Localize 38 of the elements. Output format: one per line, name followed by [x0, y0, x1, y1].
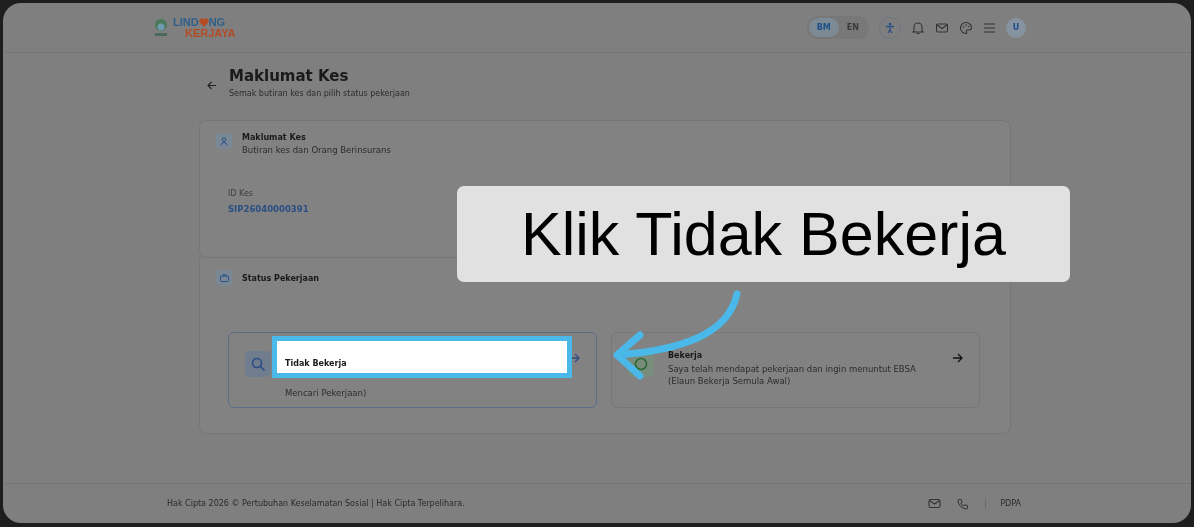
heart-icon [198, 17, 209, 27]
case-id-link[interactable]: SIP26040000391 [228, 204, 309, 214]
back-arrow-icon[interactable] [207, 81, 217, 90]
page-title: Maklumat Kes [229, 67, 350, 85]
search-icon [251, 357, 265, 371]
employment-option-card[interactable]: Tidak Bekerja Mencari Pekerjaan) [228, 332, 597, 408]
card-title: Maklumat Kes [242, 133, 307, 142]
language-button[interactable]: EN [838, 18, 867, 37]
option-description: Saya telah mendapat pekerjaan dan ingin menuntut EBSA (Elaun Bekerja Semula Awal) [668, 363, 917, 387]
logo-text: NG [208, 16, 226, 28]
mail-icon[interactable] [935, 20, 949, 35]
arrow-right-icon [952, 353, 963, 363]
pdpa-link[interactable]: PDPA [985, 499, 1021, 508]
logo-text: LIND [173, 16, 199, 28]
menu-icon[interactable] [983, 21, 996, 34]
circle-icon [634, 357, 648, 371]
phone-icon[interactable] [957, 497, 970, 510]
arrow-right-icon [569, 353, 580, 363]
accessibility-icon [885, 21, 895, 34]
briefcase-icon [219, 274, 229, 282]
notification-bell-icon[interactable] [911, 20, 925, 35]
field-label: ID Kes [228, 189, 253, 198]
copyright-text: Hak Cipta 2026 © Pertubuhan Keselamatan Sosial | Hak Cipta Terpelihara. [167, 499, 465, 508]
option-title: Tidak Bekerja [285, 359, 347, 368]
card-subtitle: Butiran kes dan Orang Berinsurans [242, 145, 391, 155]
logo-text: KERJAYA [184, 27, 236, 39]
palette-icon[interactable] [959, 20, 973, 35]
user-avatar[interactable]: U [1006, 17, 1026, 38]
employment-option-card[interactable]: Bekerja Saya telah mendapat pekerjaan dan ingin menuntut EBSA (Elaun Bekerja Semula Awal) [611, 332, 980, 408]
option-title: Bekerja [668, 351, 704, 360]
person-icon [220, 136, 228, 146]
page-subtitle: Semak butiran kes dan pilih status pekerjaan [229, 89, 410, 98]
logo-tree-icon [153, 17, 169, 38]
language-button[interactable]: BM [808, 18, 839, 37]
option-description: Mencari Pekerjaan) [285, 387, 368, 399]
callout-text: Klik Tidak Bekerja [521, 199, 1006, 269]
mail-icon[interactable] [928, 498, 942, 509]
card-title: Status Pekerjaan [242, 273, 320, 283]
